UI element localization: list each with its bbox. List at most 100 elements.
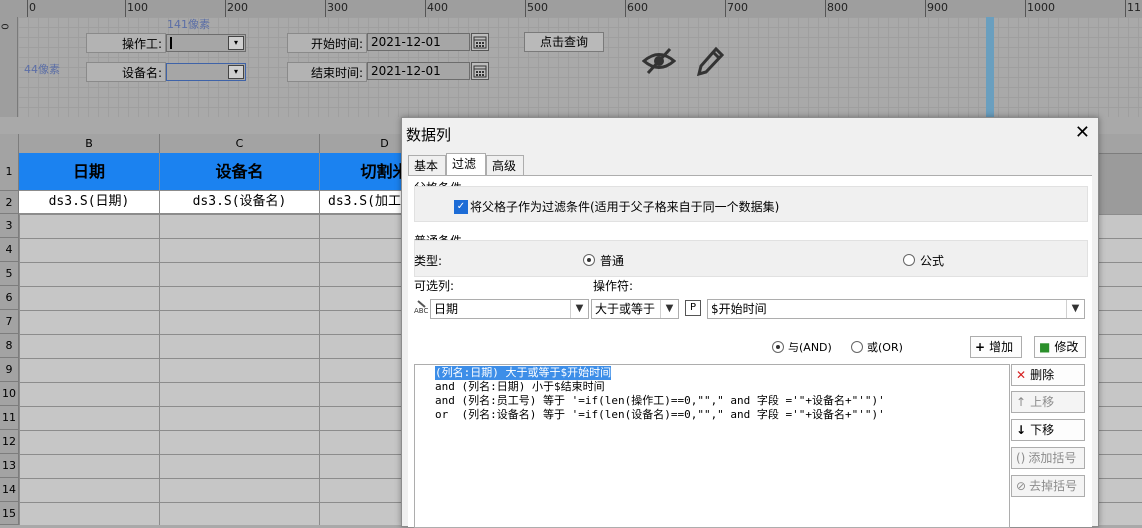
plus-icon: +	[975, 340, 986, 354]
ruler-label: 600	[627, 1, 648, 14]
delete-icon: ✕	[1016, 368, 1027, 382]
column-combobox[interactable]: 日期 ▼	[430, 299, 589, 319]
chevron-down-icon[interactable]: ▼	[570, 300, 588, 318]
move-down-button[interactable]: ↓ 下移	[1011, 419, 1085, 441]
column-header-c[interactable]: C	[160, 134, 320, 153]
operator-label: 操作工:	[86, 33, 166, 53]
ruler-label: 900	[927, 1, 948, 14]
type-normal-label: 普通	[600, 254, 625, 268]
pencil-icon[interactable]	[694, 44, 725, 81]
arrow-up-icon: ↑	[1016, 395, 1027, 409]
svg-text:ABC: ABC	[414, 307, 428, 315]
row-header[interactable]: 15	[0, 502, 19, 525]
operator-combobox[interactable]: 大于或等于 ▼	[591, 299, 679, 319]
ruler-label: 0	[0, 23, 12, 30]
calendar-icon[interactable]	[471, 33, 489, 51]
parent-filter-checkbox[interactable]: ✓	[454, 200, 468, 214]
end-time-input[interactable]: 2021-12-01	[367, 62, 470, 80]
add-bracket-label: 添加括号	[1028, 451, 1077, 465]
condition-list[interactable]: (列名:日期) 大于或等于$开始时间 and (列名:日期) 小于$结束时间 a…	[414, 364, 1010, 528]
value-combobox-text: $开始时间	[711, 302, 767, 316]
and-radio[interactable]	[772, 341, 784, 353]
row-header[interactable]: 3	[0, 214, 19, 238]
start-time-label: 开始时间:	[287, 33, 367, 53]
delete-button[interactable]: ✕ 删除	[1011, 364, 1085, 386]
chevron-down-icon[interactable]: ▼	[660, 300, 678, 318]
delete-button-label: 删除	[1030, 368, 1055, 382]
ruler-label: 500	[527, 1, 548, 14]
end-time-label: 结束时间:	[287, 62, 367, 82]
operator-combobox-value: 大于或等于	[595, 302, 656, 316]
condition-item[interactable]: and (列名:员工号) 等于 '=if(len(操作工)==0,""," an…	[435, 394, 885, 408]
tab-filter[interactable]: 过滤	[446, 153, 486, 176]
ruler-label: 800	[827, 1, 848, 14]
row-header[interactable]: 12	[0, 430, 19, 454]
tab-advanced[interactable]: 高级	[486, 155, 524, 176]
type-label: 类型:	[414, 254, 443, 268]
corner-cell[interactable]	[0, 134, 19, 153]
arrow-down-icon: ↓	[1016, 423, 1027, 437]
ruler-label: 11	[1127, 1, 1141, 14]
modify-button[interactable]: ■ 修改	[1034, 336, 1086, 358]
row-header[interactable]: 9	[0, 358, 19, 382]
condition-item[interactable]: (列名:日期) 大于或等于$开始时间	[435, 366, 612, 380]
value-combobox[interactable]: $开始时间 ▼	[707, 299, 1085, 319]
remove-bracket-label: 去掉括号	[1029, 479, 1078, 493]
header-cell[interactable]: 日期	[19, 153, 160, 191]
column-label: 可选列:	[414, 279, 455, 293]
row-header[interactable]: 11	[0, 406, 19, 430]
start-time-input[interactable]: 2021-12-01	[367, 33, 470, 51]
column-type-icon: ABC	[413, 299, 431, 320]
add-bracket-button[interactable]: () 添加括号	[1011, 447, 1085, 469]
or-radio[interactable]	[851, 341, 863, 353]
condition-item[interactable]: and (列名:日期) 小于$结束时间	[435, 380, 605, 394]
ruler-label: 100	[127, 1, 148, 14]
parameter-icon[interactable]: P	[685, 300, 701, 316]
move-up-button[interactable]: ↑ 上移	[1011, 391, 1085, 413]
device-label: 设备名:	[86, 62, 166, 82]
dialog-title: 数据列	[406, 126, 452, 144]
data-cell[interactable]: ds3.S(设备名)	[160, 191, 320, 214]
and-label: 与(AND)	[788, 341, 832, 354]
remove-bracket-button[interactable]: ⊘ 去掉括号	[1011, 475, 1085, 497]
ruler-label: 700	[727, 1, 748, 14]
close-icon[interactable]: ✕	[1075, 122, 1090, 143]
column-header-b[interactable]: B	[19, 134, 160, 153]
condition-item[interactable]: or (列名:设备名) 等于 '=if(len(设备名)==0,""," and…	[435, 408, 885, 422]
panel-width-guide[interactable]	[986, 17, 994, 117]
chevron-down-icon[interactable]: ▼	[1066, 300, 1084, 318]
device-dropdown-icon[interactable]: ▾	[228, 65, 244, 79]
grid-line	[319, 214, 320, 525]
data-cell[interactable]: ds3.S(日期)	[19, 191, 160, 214]
row-header[interactable]: 8	[0, 334, 19, 358]
row-header[interactable]: 6	[0, 286, 19, 310]
eye-off-icon[interactable]	[641, 46, 677, 79]
row-header[interactable]: 2	[0, 191, 19, 214]
move-up-label: 上移	[1030, 395, 1055, 409]
calendar-icon[interactable]	[471, 62, 489, 80]
data-column-dialog: 数据列 ✕ 基本 过滤 高级 父格条件 ✓ 将父格子作为过滤条件(适用于父子格来…	[401, 117, 1099, 528]
row-header[interactable]: 1	[0, 153, 19, 191]
vertical-ruler: 0	[0, 17, 18, 117]
row-header[interactable]: 10	[0, 382, 19, 406]
row-header[interactable]: 13	[0, 454, 19, 478]
ruler-label: 0	[29, 1, 36, 14]
row-header[interactable]: 7	[0, 310, 19, 334]
row-header[interactable]: 5	[0, 262, 19, 286]
tab-basic[interactable]: 基本	[408, 155, 446, 176]
ruler-label: 1000	[1027, 1, 1055, 14]
ruler-label: 400	[427, 1, 448, 14]
add-button[interactable]: + 增加	[970, 336, 1022, 358]
row-header[interactable]: 14	[0, 478, 19, 502]
type-formula-radio[interactable]	[903, 254, 915, 266]
operator-dropdown-icon[interactable]: ▾	[228, 36, 244, 50]
row-header[interactable]: 4	[0, 238, 19, 262]
grid-line	[159, 214, 160, 525]
query-button[interactable]: 点击查询	[524, 32, 604, 52]
header-cell[interactable]: 设备名	[160, 153, 320, 191]
parent-filter-label: 将父格子作为过滤条件(适用于父子格来自于同一个数据集)	[470, 200, 780, 214]
ruler-label: 200	[227, 1, 248, 14]
remove-bracket-icon: ⊘	[1016, 479, 1027, 493]
bracket-icon: ()	[1016, 451, 1026, 465]
type-normal-radio[interactable]	[583, 254, 595, 266]
